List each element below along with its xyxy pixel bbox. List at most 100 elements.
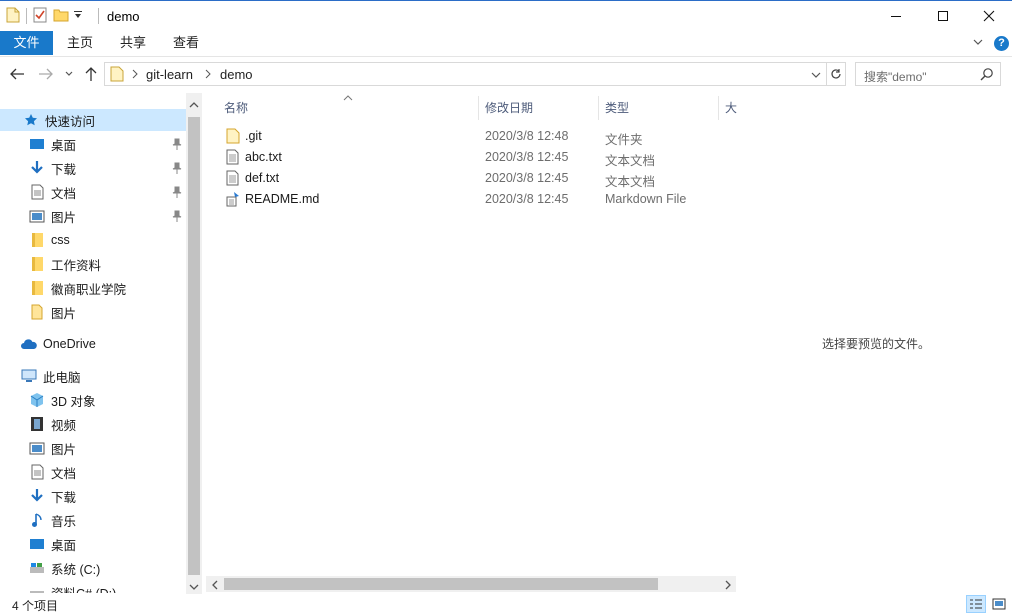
large-icons-view-icon [992,598,1006,610]
sidebar-item-documents[interactable]: 文档 [28,181,76,203]
column-header-modified[interactable]: 修改日期 [485,99,533,119]
pin-icon[interactable] [172,162,182,177]
sidebar-scrollbar[interactable] [186,93,202,594]
details-view-button[interactable] [966,595,986,613]
refresh-button[interactable] [826,62,846,86]
tab-home[interactable]: 主页 [58,31,102,55]
column-divider[interactable] [478,96,479,120]
sidebar-item-label: 快速访问 [45,114,96,129]
picture-icon [28,440,46,456]
recent-locations-button[interactable] [62,65,76,83]
desktop-icon [28,136,46,152]
sidebar-item-music[interactable]: 音乐 [28,509,76,531]
customize-toolbar-chevron-icon[interactable] [73,9,83,23]
column-header-size[interactable]: 大 [725,99,737,119]
tab-file[interactable]: 文件 [0,31,53,55]
sidebar-item-label: css [51,233,70,247]
close-button[interactable] [966,1,1012,31]
scroll-down-chevron-icon[interactable] [189,580,199,594]
file-list-scroll-thumb[interactable] [224,578,658,590]
address-bar[interactable]: git-learn demo [104,62,827,86]
sidebar-item-downloads[interactable]: 下载 [28,157,76,179]
file-date: 2020/3/8 12:45 [485,192,569,206]
forward-button[interactable] [37,65,55,83]
sidebar-item-downloads-pc[interactable]: 下载 [28,485,76,507]
sidebar-item-pictures[interactable]: 图片 [28,205,76,227]
file-date: 2020/3/8 12:48 [485,129,569,143]
breadcrumb-demo[interactable]: demo [220,67,253,82]
back-arrow-icon [10,68,24,80]
search-box[interactable]: 搜索"demo" [855,62,1001,86]
folder-icon [28,280,46,296]
sidebar-item-work-files[interactable]: 工作资料 [28,253,101,275]
file-type: 文本文档 [605,175,656,189]
scroll-left-chevron-icon[interactable] [211,579,219,593]
minimize-button[interactable] [873,1,919,31]
navigation-pane: 快速访问 桌面 下载 文档 图片 css 工作资料 徽商职业学院 图片 OneD… [0,93,202,593]
sidebar-item-pictures-folder[interactable]: 图片 [28,301,76,323]
help-icon[interactable]: ? [994,36,1009,51]
window-title: demo [107,9,140,24]
column-header-type[interactable]: 类型 [605,99,629,119]
scroll-up-chevron-icon[interactable] [189,98,199,112]
sidebar-item-documents-pc[interactable]: 文档 [28,461,76,483]
address-history-chevron-icon[interactable] [810,69,822,83]
sidebar-item-label: 3D 对象 [51,394,96,409]
file-row[interactable]: README.md 2020/3/8 12:45 Markdown File [222,189,722,210]
sidebar-item-label: OneDrive [43,337,96,351]
large-icons-view-button[interactable] [989,595,1009,613]
sidebar-scroll-thumb[interactable] [188,117,200,575]
cloud-icon [20,336,38,352]
expand-ribbon-chevron-icon[interactable] [972,36,984,51]
tab-view[interactable]: 查看 [164,31,208,55]
sidebar-item-drive-d[interactable]: 资料C# (D:) [28,581,116,593]
drive-icon [28,584,46,593]
up-button[interactable] [82,65,100,83]
search-icon[interactable] [980,67,994,84]
sidebar-item-videos[interactable]: 视频 [28,413,76,435]
title-bar: demo [0,0,1012,31]
column-header-name[interactable]: 名称 [224,99,248,119]
file-name: .git [245,129,262,143]
folder-icon [28,304,46,320]
sidebar-item-label: 视频 [51,418,77,433]
chevron-down-icon [65,71,73,76]
file-row[interactable]: abc.txt 2020/3/8 12:45 文本文档 [222,147,722,168]
desktop-icon [28,536,46,552]
breadcrumb-separator-icon [204,68,212,82]
sidebar-item-pictures-pc[interactable]: 图片 [28,437,76,459]
file-row[interactable]: def.txt 2020/3/8 12:45 文本文档 [222,168,722,189]
pin-icon[interactable] [172,186,182,201]
sidebar-item-desktop-pc[interactable]: 桌面 [28,533,76,555]
sidebar-item-3d-objects[interactable]: 3D 对象 [28,389,95,411]
file-name: def.txt [245,171,280,185]
pin-icon[interactable] [172,138,182,153]
sidebar-item-desktop[interactable]: 桌面 [28,133,76,155]
sidebar-item-this-pc[interactable]: 此电脑 [20,365,81,387]
forward-arrow-icon [39,68,53,80]
sidebar-item-label: 下载 [51,162,77,177]
sidebar-item-drive-c[interactable]: 系统 (C:) [28,557,100,579]
back-button[interactable] [8,65,26,83]
scroll-right-chevron-icon[interactable] [724,579,732,593]
sidebar-item-label: 工作资料 [51,258,102,273]
cube-icon [28,392,46,408]
column-divider[interactable] [718,96,719,120]
file-date: 2020/3/8 12:45 [485,171,569,185]
column-divider[interactable] [598,96,599,120]
breadcrumb-separator-icon [131,68,139,82]
sidebar-item-onedrive[interactable]: OneDrive [20,333,96,355]
file-row[interactable]: .git 2020/3/8 12:48 文件夹 [222,126,722,147]
file-list-scrollbar[interactable] [206,576,736,592]
sidebar-item-college[interactable]: 徽商职业学院 [28,277,126,299]
sidebar-item-css[interactable]: css [28,229,70,251]
pin-icon[interactable] [172,210,182,225]
breadcrumb-git-learn[interactable]: git-learn [146,67,193,82]
sidebar-item-quick-access[interactable]: 快速访问 [0,109,186,131]
status-bar: 4 个项目 [0,594,1012,614]
properties-icon[interactable] [33,7,47,26]
new-folder-icon[interactable] [53,7,69,26]
star-icon [22,112,40,128]
maximize-button[interactable] [920,1,966,31]
tab-share[interactable]: 共享 [111,31,155,55]
